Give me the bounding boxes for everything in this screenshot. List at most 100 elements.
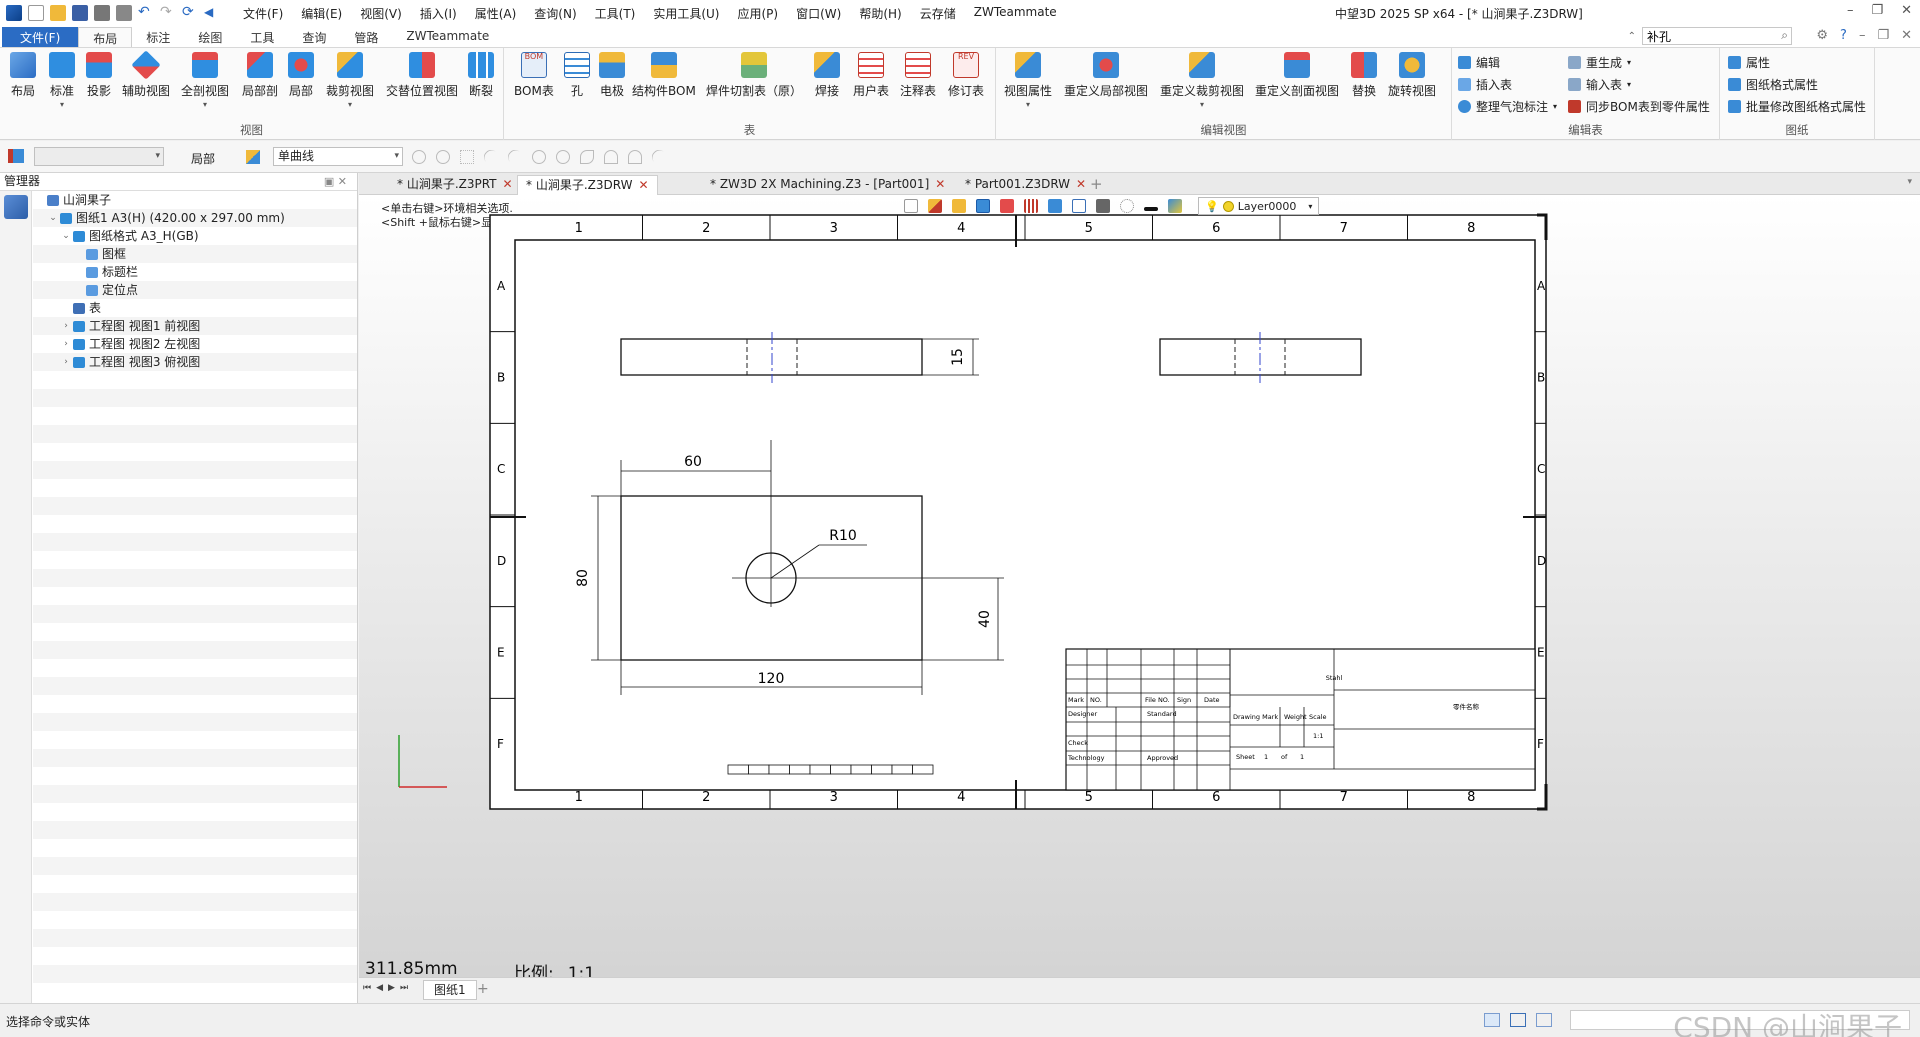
edit-table-button[interactable]: 编辑 — [1458, 54, 1500, 71]
crop-view-button[interactable]: 裁剪视图 ▾ — [326, 52, 374, 109]
pencil-icon[interactable] — [928, 199, 942, 213]
help-icon[interactable]: ? — [1840, 28, 1847, 43]
save-icon[interactable] — [72, 5, 88, 21]
print-preview-icon[interactable] — [116, 5, 132, 21]
standard-view-button[interactable]: 标准 ▾ — [49, 52, 75, 109]
hole-table-button[interactable]: 孔 — [564, 52, 590, 99]
search-input[interactable] — [1642, 27, 1792, 45]
doc-tab-part001[interactable]: * Part001.Z3DRW ✕ — [957, 175, 1094, 195]
new-file-icon[interactable] — [28, 5, 44, 21]
add-tab-icon[interactable]: + — [1090, 175, 1103, 193]
display-style-icon[interactable] — [1048, 199, 1062, 213]
snap-icon[interactable] — [1000, 199, 1014, 213]
full-section-button[interactable]: 全剖视图 ▾ — [181, 52, 229, 109]
tab-layout[interactable]: 布局 — [78, 27, 133, 47]
filter-tool-2-icon[interactable] — [436, 150, 450, 164]
chevron-up-icon[interactable]: ⌃ — [1628, 31, 1636, 42]
menu-item[interactable]: 查询(N) — [525, 5, 585, 22]
close-window-icon[interactable]: ✕ — [1901, 3, 1912, 18]
line-weight-icon[interactable] — [1144, 207, 1158, 211]
tab-list-icon[interactable]: ▾ — [1907, 177, 1912, 187]
filter-tool-3-icon[interactable] — [460, 150, 474, 164]
sheet-properties-button[interactable]: 属性 — [1728, 54, 1770, 71]
doc-tab-drawing[interactable]: * 山涧果子.Z3DRW ✕ — [517, 175, 658, 195]
print-icon[interactable] — [94, 5, 110, 21]
filter-tool-1-icon[interactable] — [412, 150, 426, 164]
app-logo-icon[interactable] — [6, 5, 22, 21]
ribbon-close-icon[interactable]: ✕ — [1901, 28, 1912, 43]
menu-item[interactable]: ZWTeammate — [965, 5, 1066, 22]
bom-table-button[interactable]: BOM BOM表 — [514, 52, 554, 99]
wave-tool-icon[interactable] — [604, 150, 618, 164]
structure-bom-button[interactable]: 结构件BOM — [632, 52, 696, 99]
circle-tool-icon[interactable] — [556, 150, 570, 164]
tree-item[interactable]: › 工程图 视图1 前视图 — [33, 317, 357, 335]
slash-tool-icon[interactable] — [649, 147, 669, 167]
doc-tab-machining[interactable]: * ZW3D 2X Machining.Z3 - [Part001] ✕ — [702, 175, 953, 195]
arrange-balloon-button[interactable]: 整理气泡标注 ▾ — [1458, 98, 1557, 115]
close-tab-icon[interactable]: ✕ — [503, 177, 513, 191]
sheet-tab[interactable]: 图纸1 — [423, 980, 477, 1000]
status-screen-icon[interactable] — [1510, 1013, 1526, 1027]
undo-icon[interactable]: ↶ — [138, 5, 154, 21]
minimize-icon[interactable]: – — [1847, 3, 1854, 18]
redo-icon[interactable]: ↷ — [160, 5, 176, 21]
close-tab-icon[interactable]: ✕ — [638, 178, 648, 192]
tab-file[interactable]: 文件(F) — [2, 27, 79, 47]
ribbon-minimize-icon[interactable]: – — [1859, 28, 1866, 43]
tab-query[interactable]: 查询 — [288, 27, 340, 47]
back-arrow-icon[interactable]: ◀ — [204, 5, 220, 21]
menu-item[interactable]: 工具(T) — [586, 5, 645, 22]
expand-chevron-icon[interactable]: › — [61, 317, 71, 335]
tree-item[interactable]: 图框 — [33, 245, 357, 263]
insert-table-button[interactable]: 插入表 — [1458, 76, 1512, 93]
line-tool-2-icon[interactable] — [505, 147, 525, 167]
curve-type-dropdown[interactable]: 单曲线 ▾ — [273, 147, 403, 166]
point-circle-icon[interactable] — [532, 150, 546, 164]
undo-view-icon[interactable] — [904, 199, 918, 213]
pin-close-icons[interactable]: ▣ ✕ — [324, 173, 347, 190]
ribbon-restore-icon[interactable]: ❐ — [1877, 28, 1889, 43]
expand-chevron-icon[interactable]: ⌄ — [48, 209, 58, 227]
menu-item[interactable]: 云存储 — [911, 5, 965, 22]
pick-icon[interactable] — [246, 150, 260, 164]
status-window-icon[interactable] — [1536, 1013, 1552, 1027]
import-table-button[interactable]: 输入表 ▾ — [1568, 76, 1631, 93]
weld-cut-table-button[interactable]: 焊件切割表（原） — [706, 52, 802, 99]
grid-icon[interactable] — [1024, 199, 1038, 213]
tab-tools[interactable]: 工具 — [236, 27, 288, 47]
tree-item[interactable]: 标题栏 — [33, 263, 357, 281]
visibility-icon[interactable] — [1120, 199, 1134, 213]
tree-item[interactable]: 定位点 — [33, 281, 357, 299]
arc-tool-icon[interactable] — [628, 150, 642, 164]
close-tab-icon[interactable]: ✕ — [1076, 177, 1086, 191]
layer-dropdown[interactable]: 💡 Layer0000 ▾ — [1198, 197, 1320, 215]
auxiliary-view-button[interactable]: 辅助视图 — [122, 50, 170, 99]
detail-view-button[interactable]: 局部 — [288, 52, 314, 99]
color-icon[interactable] — [1168, 199, 1182, 213]
menu-item[interactable]: 插入(I) — [411, 5, 466, 22]
sheet-format-properties-button[interactable]: 图纸格式属性 — [1728, 76, 1818, 93]
local-section-button[interactable]: 局部剖 — [242, 52, 278, 99]
batch-modify-format-button[interactable]: 批量修改图纸格式属性 — [1728, 98, 1866, 115]
menu-item[interactable]: 属性(A) — [466, 5, 526, 22]
menu-item[interactable]: 帮助(H) — [850, 5, 910, 22]
restore-icon[interactable]: ❐ — [1871, 3, 1883, 18]
filter-icon[interactable] — [8, 149, 24, 163]
menu-item[interactable]: 编辑(E) — [292, 5, 351, 22]
rotate-view-button[interactable]: 旋转视图 — [1388, 52, 1436, 99]
replace-view-button[interactable]: 替换 — [1351, 52, 1377, 99]
view-properties-button[interactable]: 视图属性 ▾ — [1004, 52, 1052, 109]
weld-table-button[interactable]: 焊接 — [814, 52, 840, 99]
regen-icon[interactable]: ⟳ — [182, 5, 198, 21]
regenerate-button[interactable]: 重生成 ▾ — [1568, 54, 1631, 71]
revision-table-button[interactable]: REV 修订表 — [948, 52, 984, 99]
open-folder-icon[interactable] — [50, 5, 66, 21]
projection-button[interactable]: 投影 — [86, 52, 112, 99]
sheet-navigation-arrows[interactable]: ⏮◀▶⏭ — [363, 983, 413, 993]
note-table-button[interactable]: 注释表 — [900, 52, 936, 99]
layout-button[interactable]: 布局 — [10, 52, 36, 99]
menu-item[interactable]: 窗口(W) — [787, 5, 850, 22]
settings-gear-icon[interactable]: ⚙ — [1816, 28, 1828, 43]
tree-item[interactable]: ⌄ 图纸1 A3(H) (420.00 x 297.00 mm) — [33, 209, 357, 227]
